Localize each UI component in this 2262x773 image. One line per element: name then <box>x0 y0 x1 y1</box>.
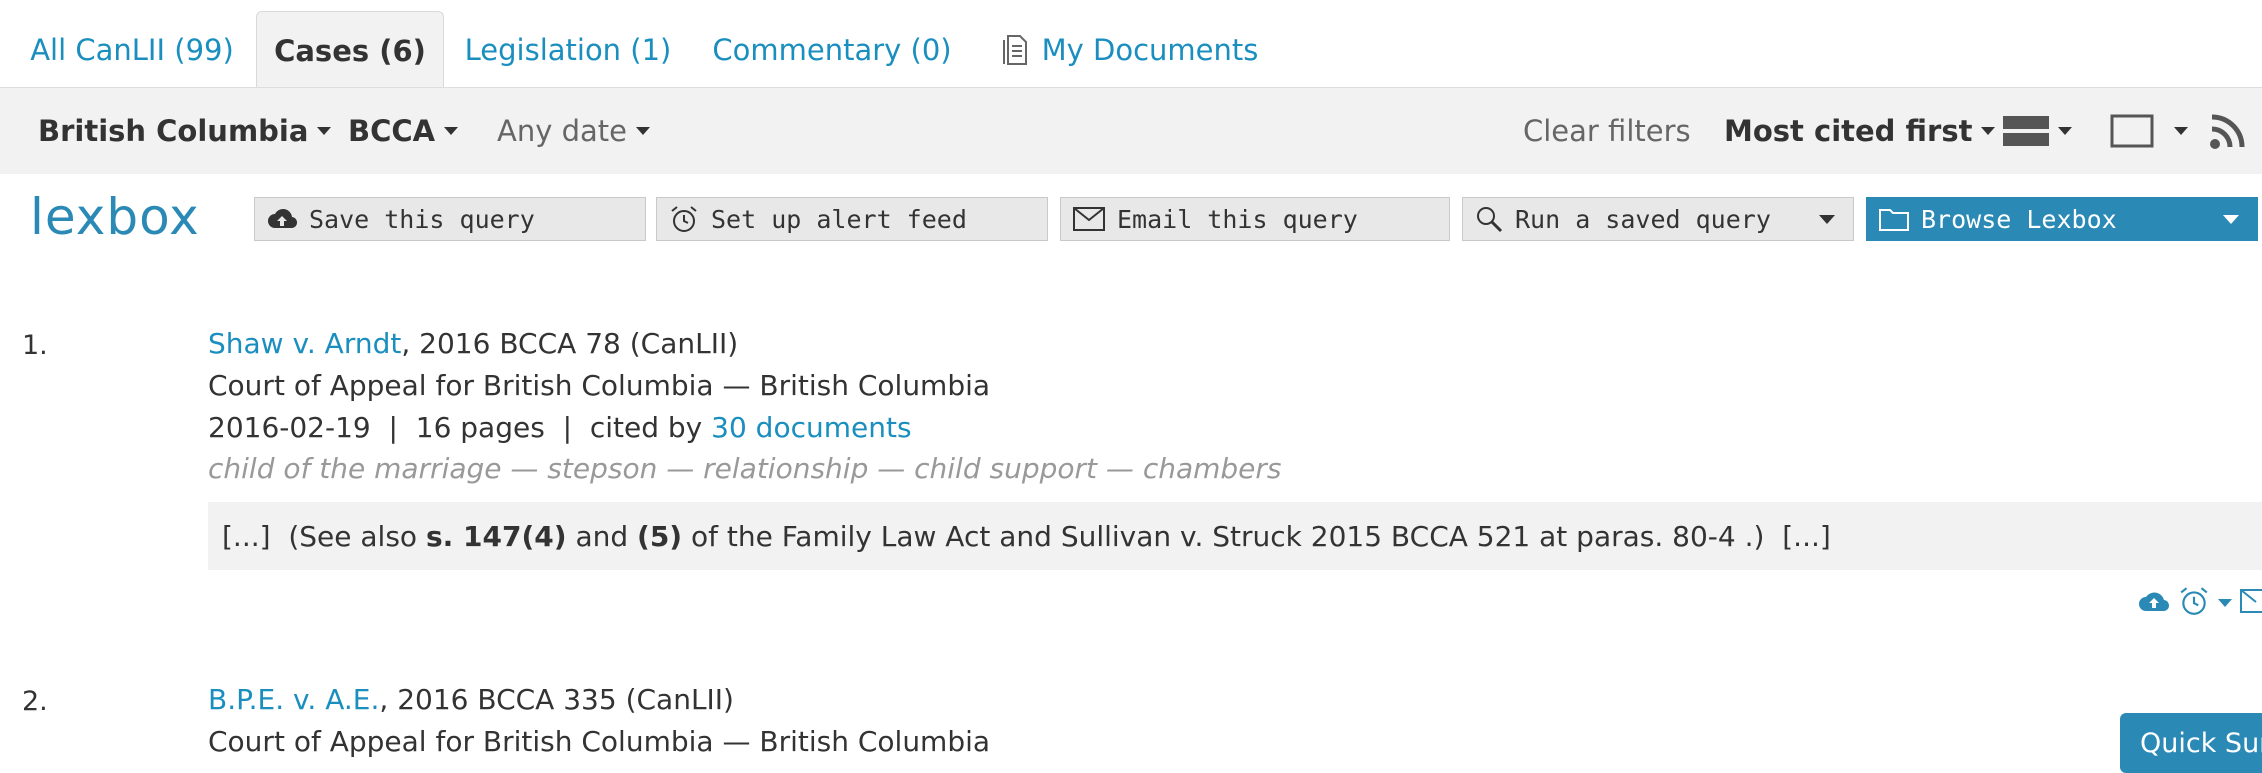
tab-legislation[interactable]: Legislation (1) <box>465 12 672 88</box>
tab-commentary[interactable]: Commentary (0) <box>712 12 952 88</box>
result-court: Court of Appeal for British Columbia — B… <box>208 725 991 758</box>
tab-label: Commentary (0) <box>712 33 952 67</box>
result-actions <box>2138 585 2262 621</box>
result-title-link[interactable]: Shaw v. Arndt <box>208 327 401 360</box>
list-view-icon <box>2003 116 2049 146</box>
view-density-dropdown[interactable] <box>2003 88 2072 174</box>
result-court: Court of Appeal for British Columbia — B… <box>208 369 991 402</box>
tab-label: All CanLII (99) <box>30 33 234 67</box>
alert-feed-label: Set up alert feed <box>711 204 967 234</box>
results-tabs: All CanLII (99) Cases (6) Legislation (1… <box>0 0 2262 89</box>
sort-label: Most cited first <box>1724 114 1973 148</box>
save-query-button[interactable]: Save this query <box>254 197 646 241</box>
sort-dropdown[interactable]: Most cited first <box>1724 88 1996 174</box>
result-title-line: B.P.E. v. A.E., 2016 BCCA 335 (CanLII) <box>208 683 734 716</box>
lexbox-logo: lexbox <box>30 188 200 246</box>
browse-lexbox-dropdown[interactable]: Browse Lexbox <box>1866 197 2258 241</box>
document-icon <box>1002 34 1028 66</box>
clear-filters-label: Clear filters <box>1523 114 1691 148</box>
result-citation: , 2016 BCCA 335 (CanLII) <box>379 683 734 716</box>
court-label: BCCA <box>348 114 436 148</box>
tab-cases[interactable]: Cases (6) <box>256 11 444 89</box>
save-query-label: Save this query <box>309 204 535 234</box>
tab-all-canlii[interactable]: All CanLII (99) <box>30 12 234 88</box>
result-number: 2. <box>22 686 48 717</box>
filter-bar: British Columbia BCCA Any date Clear fil… <box>0 88 2262 174</box>
result-title-line: Shaw v. Arndt, 2016 BCCA 78 (CanLII) <box>208 327 738 360</box>
caret-down-icon <box>2058 127 2072 135</box>
caret-down-icon <box>2223 215 2239 224</box>
date-filter[interactable]: Any date <box>497 88 650 174</box>
panel-icon <box>2110 114 2154 148</box>
caret-down-icon <box>317 127 332 135</box>
clear-filters-link[interactable]: Clear filters <box>1523 88 1691 174</box>
date-label: Any date <box>497 114 627 148</box>
search-icon <box>1475 205 1503 233</box>
cloud-upload-icon[interactable] <box>2138 589 2170 617</box>
jurisdiction-label: British Columbia <box>38 114 309 148</box>
alarm-clock-icon[interactable] <box>2178 585 2210 621</box>
panel-view-dropdown[interactable] <box>2110 88 2188 174</box>
excerpt-highlight: (5) <box>637 519 683 553</box>
excerpt-text: of the Family Law Act and Sullivan v. St… <box>682 519 1831 553</box>
email-query-button[interactable]: Email this query <box>1060 197 1450 241</box>
cited-by-link[interactable]: 30 documents <box>711 411 911 444</box>
result-excerpt: [...] (See also s. 147(4) and (5) of the… <box>208 502 2262 570</box>
result-title-link[interactable]: B.P.E. v. A.E. <box>208 683 379 716</box>
tab-my-documents[interactable]: My Documents <box>1000 12 1260 88</box>
caret-down-icon <box>636 127 650 135</box>
lexbox-toolbar: lexbox Save this query Set up alert feed… <box>0 174 2262 266</box>
run-saved-query-dropdown[interactable]: Run a saved query <box>1462 197 1854 241</box>
folder-icon <box>1879 207 1909 231</box>
excerpt-highlight: s. 147(4) <box>425 519 567 553</box>
browse-lexbox-label: Browse Lexbox <box>1921 204 2117 234</box>
excerpt-text: [...] (See also <box>222 519 426 553</box>
cloud-upload-icon <box>267 208 297 230</box>
result-number: 1. <box>22 330 48 361</box>
result-citation: , 2016 BCCA 78 (CanLII) <box>401 327 739 360</box>
rss-button[interactable] <box>2210 88 2246 174</box>
caret-down-icon <box>2174 127 2188 135</box>
result-meta-text: 2016-02-19 | 16 pages | cited by <box>208 411 712 444</box>
alert-feed-button[interactable]: Set up alert feed <box>656 197 1048 241</box>
tab-label: Legislation (1) <box>464 33 672 67</box>
tab-label: Cases (6) <box>274 33 426 68</box>
envelope-icon[interactable] <box>2240 588 2262 618</box>
run-saved-query-label: Run a saved query <box>1515 204 1771 234</box>
caret-down-icon[interactable] <box>2218 599 2232 607</box>
rss-icon <box>2210 114 2245 149</box>
court-filter[interactable]: BCCA <box>348 88 459 174</box>
quick-summary-button[interactable]: Quick Sum <box>2120 713 2262 773</box>
email-query-label: Email this query <box>1117 204 1358 234</box>
excerpt-text: and <box>566 519 638 553</box>
result-keywords: child of the marriage — stepson — relati… <box>208 452 1282 485</box>
result-meta: 2016-02-19 | 16 pages | cited by 30 docu… <box>208 411 912 444</box>
caret-down-icon <box>444 127 459 135</box>
envelope-icon <box>1073 207 1105 231</box>
tab-label: My Documents <box>1041 33 1259 67</box>
alarm-clock-icon <box>669 204 699 234</box>
caret-down-icon <box>1981 127 1996 135</box>
caret-down-icon <box>1819 215 1835 224</box>
jurisdiction-filter[interactable]: British Columbia <box>38 88 332 174</box>
